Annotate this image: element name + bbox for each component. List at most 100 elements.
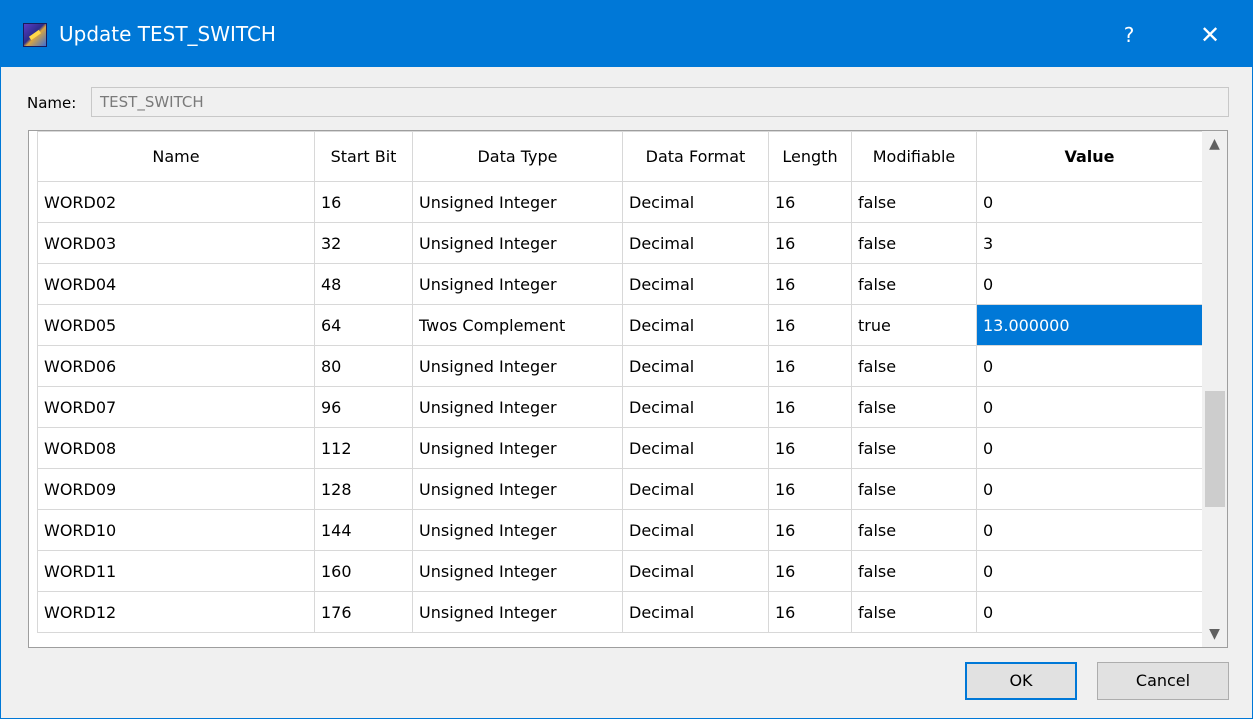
column-header-length[interactable]: Length [768, 131, 852, 182]
cell-length[interactable]: 16 [768, 222, 852, 264]
cell-data-format[interactable]: Decimal [622, 591, 769, 633]
cell-data-format[interactable]: Decimal [622, 263, 769, 305]
column-header-modifiable[interactable]: Modifiable [851, 131, 977, 182]
cell-data-format[interactable]: Decimal [622, 181, 769, 223]
cell-data-format[interactable]: Decimal [622, 304, 769, 346]
cell-data-type[interactable]: Unsigned Integer [412, 591, 623, 633]
cell-value[interactable]: 0 [976, 427, 1202, 469]
column-header-start-bit[interactable]: Start Bit [314, 131, 413, 182]
cell-length[interactable]: 16 [768, 345, 852, 387]
cell-value[interactable]: 0 [976, 181, 1202, 223]
vertical-scrollbar[interactable]: ▲ ▼ [1202, 131, 1227, 647]
cell-modifiable[interactable]: false [851, 263, 977, 305]
cell-name[interactable]: WORD03 [37, 222, 315, 264]
cell-length[interactable]: 16 [768, 386, 852, 428]
column-header-value[interactable]: Value [976, 131, 1202, 182]
cell-data-type[interactable]: Unsigned Integer [412, 263, 623, 305]
help-button[interactable]: ? [1109, 15, 1149, 55]
cell-data-type[interactable]: Unsigned Integer [412, 222, 623, 264]
table-row[interactable]: WORD07 96 Unsigned Integer Decimal 16 false 0 [37, 386, 1202, 428]
title-bar[interactable]: Update TEST_SWITCH ? ✕ [1, 1, 1252, 67]
cell-length[interactable]: 16 [768, 304, 852, 346]
cell-data-type[interactable]: Unsigned Integer [412, 345, 623, 387]
cell-name[interactable]: WORD10 [37, 509, 315, 551]
cell-value[interactable]: 0 [976, 263, 1202, 305]
cell-modifiable[interactable]: false [851, 222, 977, 264]
cell-start-bit[interactable]: 80 [314, 345, 413, 387]
table-row[interactable]: WORD12 176 Unsigned Integer Decimal 16 false 0 [37, 591, 1202, 633]
cell-length[interactable]: 16 [768, 468, 852, 510]
cell-data-type[interactable]: Unsigned Integer [412, 509, 623, 551]
cell-data-type[interactable]: Unsigned Integer [412, 550, 623, 592]
close-icon[interactable]: ✕ [1190, 15, 1230, 55]
cell-data-format[interactable]: Decimal [622, 345, 769, 387]
cell-modifiable[interactable]: false [851, 345, 977, 387]
cell-start-bit[interactable]: 176 [314, 591, 413, 633]
cell-value[interactable]: 3 [976, 222, 1202, 264]
column-header-data-type[interactable]: Data Type [412, 131, 623, 182]
cell-name[interactable]: WORD12 [37, 591, 315, 633]
cell-value[interactable]: 0 [976, 550, 1202, 592]
cell-start-bit[interactable]: 16 [314, 181, 413, 223]
ok-button[interactable]: OK [965, 662, 1077, 700]
cell-name[interactable]: WORD08 [37, 427, 315, 469]
cell-length[interactable]: 16 [768, 181, 852, 223]
cell-data-format[interactable]: Decimal [622, 550, 769, 592]
column-header-data-format[interactable]: Data Format [622, 131, 769, 182]
cell-data-format[interactable]: Decimal [622, 509, 769, 551]
cell-name[interactable]: WORD07 [37, 386, 315, 428]
table-row[interactable]: WORD11 160 Unsigned Integer Decimal 16 false 0 [37, 550, 1202, 592]
cell-value[interactable]: 0 [976, 386, 1202, 428]
cell-start-bit[interactable]: 112 [314, 427, 413, 469]
cell-name[interactable]: WORD06 [37, 345, 315, 387]
cell-name[interactable]: WORD11 [37, 550, 315, 592]
cell-modifiable[interactable]: false [851, 181, 977, 223]
cell-length[interactable]: 16 [768, 509, 852, 551]
cell-name[interactable]: WORD02 [37, 181, 315, 223]
cell-modifiable[interactable]: false [851, 386, 977, 428]
scroll-up-icon[interactable]: ▲ [1202, 131, 1227, 157]
cell-data-type[interactable]: Unsigned Integer [412, 386, 623, 428]
cell-start-bit[interactable]: 160 [314, 550, 413, 592]
cell-modifiable[interactable]: false [851, 468, 977, 510]
cell-modifiable[interactable]: false [851, 591, 977, 633]
table-row[interactable]: WORD09 128 Unsigned Integer Decimal 16 false 0 [37, 468, 1202, 510]
scroll-down-icon[interactable]: ▼ [1202, 621, 1227, 647]
cell-modifiable[interactable]: false [851, 427, 977, 469]
cell-name[interactable]: WORD05 [37, 304, 315, 346]
table-row[interactable]: WORD10 144 Unsigned Integer Decimal 16 false 0 [37, 509, 1202, 551]
cell-start-bit[interactable]: 64 [314, 304, 413, 346]
cell-value[interactable]: 0 [976, 509, 1202, 551]
cancel-button[interactable]: Cancel [1097, 662, 1229, 700]
cell-data-type[interactable]: Twos Complement [412, 304, 623, 346]
cell-modifiable[interactable]: true [851, 304, 977, 346]
table-row[interactable]: WORD05 64 Twos Complement Decimal 16 true 13.0… [37, 304, 1202, 346]
cell-value[interactable]: 0 [976, 345, 1202, 387]
scroll-thumb[interactable] [1205, 391, 1225, 507]
table-row[interactable]: WORD03 32 Unsigned Integer Decimal 16 false 3 [37, 222, 1202, 264]
cell-modifiable[interactable]: false [851, 509, 977, 551]
cell-data-format[interactable]: Decimal [622, 386, 769, 428]
cell-data-type[interactable]: Unsigned Integer [412, 427, 623, 469]
cell-name[interactable]: WORD09 [37, 468, 315, 510]
cell-modifiable[interactable]: false [851, 550, 977, 592]
table-row[interactable]: WORD04 48 Unsigned Integer Decimal 16 false 0 [37, 263, 1202, 305]
table-row[interactable]: WORD08 112 Unsigned Integer Decimal 16 false 0 [37, 427, 1202, 469]
cell-length[interactable]: 16 [768, 427, 852, 469]
cell-value-editing[interactable]: 13.000000 [976, 304, 1202, 346]
table-row[interactable]: WORD02 16 Unsigned Integer Decimal 16 false 0 [37, 181, 1202, 223]
cell-value[interactable]: 0 [976, 468, 1202, 510]
cell-data-type[interactable]: Unsigned Integer [412, 181, 623, 223]
table-row[interactable]: WORD06 80 Unsigned Integer Decimal 16 false 0 [37, 345, 1202, 387]
cell-start-bit[interactable]: 32 [314, 222, 413, 264]
cell-start-bit[interactable]: 128 [314, 468, 413, 510]
cell-length[interactable]: 16 [768, 591, 852, 633]
cell-start-bit[interactable]: 48 [314, 263, 413, 305]
cell-value[interactable]: 0 [976, 591, 1202, 633]
cell-start-bit[interactable]: 96 [314, 386, 413, 428]
column-header-name[interactable]: Name [37, 131, 315, 182]
cell-length[interactable]: 16 [768, 263, 852, 305]
cell-start-bit[interactable]: 144 [314, 509, 413, 551]
cell-length[interactable]: 16 [768, 550, 852, 592]
cell-data-format[interactable]: Decimal [622, 222, 769, 264]
